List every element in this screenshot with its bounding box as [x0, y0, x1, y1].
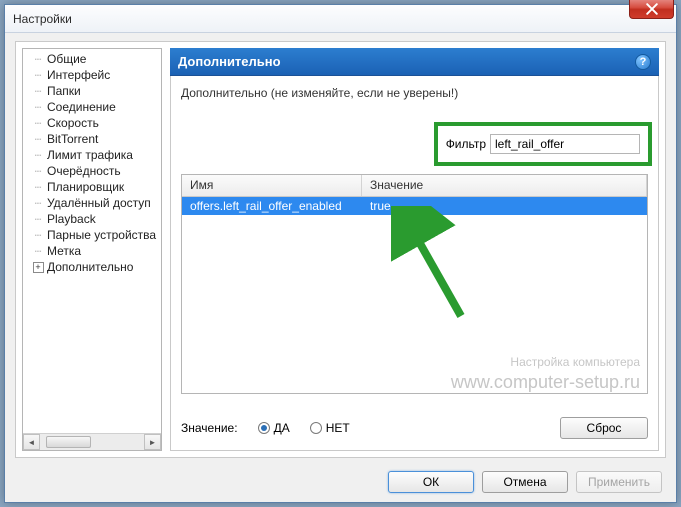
tree-item-paired-devices[interactable]: ┈Парные устройства: [29, 227, 161, 243]
panel-content: Дополнительно (не изменяйте, если не уве…: [170, 76, 659, 451]
watermark-line2: www.computer-setup.ru: [451, 371, 640, 394]
tree-branch-icon: ┈: [29, 117, 47, 130]
tree-item-bittorrent[interactable]: ┈BitTorrent: [29, 131, 161, 147]
category-tree[interactable]: ┈Общие ┈Интерфейс ┈Папки ┈Соединение ┈Ск…: [22, 48, 162, 451]
tree-branch-icon: ┈: [29, 165, 47, 178]
dialog-footer: ОК Отмена Применить: [5, 462, 676, 502]
settings-window: Настройки ┈Общие ┈Интерфейс ┈Папки ┈Соед…: [4, 4, 677, 503]
tree-item-scheduler[interactable]: ┈Планировщик: [29, 179, 161, 195]
horizontal-scrollbar[interactable]: ◄ ►: [23, 433, 161, 450]
advanced-panel: Дополнительно ? Дополнительно (не изменя…: [170, 48, 659, 451]
panel-title: Дополнительно: [178, 54, 281, 69]
reset-button[interactable]: Сброс: [560, 417, 648, 439]
panel-header: Дополнительно ?: [170, 48, 659, 76]
tree-item-playback[interactable]: ┈Playback: [29, 211, 161, 227]
close-icon: [646, 3, 658, 15]
grid-cell-value: true: [362, 197, 647, 215]
value-row: Значение: ДА НЕТ Сброс: [181, 414, 648, 442]
watermark-line1: Настройка компьютера: [451, 355, 640, 371]
tree-branch-icon: ┈: [29, 101, 47, 114]
tree-branch-icon: ┈: [29, 213, 47, 226]
scroll-right-button[interactable]: ►: [144, 434, 161, 450]
tree-item-folders[interactable]: ┈Папки: [29, 83, 161, 99]
apply-button[interactable]: Применить: [576, 471, 662, 493]
radio-icon: [310, 422, 322, 434]
tree-item-speed[interactable]: ┈Скорость: [29, 115, 161, 131]
filter-box: Фильтр: [434, 122, 652, 166]
radio-no[interactable]: НЕТ: [310, 421, 350, 435]
tree-branch-icon: ┈: [29, 245, 47, 258]
scroll-left-button[interactable]: ◄: [23, 434, 40, 450]
radio-icon: [258, 422, 270, 434]
window-title: Настройки: [13, 12, 72, 26]
tree-item-traffic-limit[interactable]: ┈Лимит трафика: [29, 147, 161, 163]
filter-input[interactable]: [490, 134, 640, 154]
radio-yes[interactable]: ДА: [258, 421, 290, 435]
tree-item-connection[interactable]: ┈Соединение: [29, 99, 161, 115]
cancel-button[interactable]: Отмена: [482, 471, 568, 493]
tree-item-queue[interactable]: ┈Очерёдность: [29, 163, 161, 179]
grid-row[interactable]: offers.left_rail_offer_enabled true: [182, 197, 647, 215]
tree-branch-icon: ┈: [29, 149, 47, 162]
filter-label: Фильтр: [446, 137, 486, 151]
tree-branch-icon: ┈: [29, 53, 47, 66]
tree-branch-icon: ┈: [29, 197, 47, 210]
watermark: Настройка компьютера www.computer-setup.…: [451, 355, 640, 394]
help-icon[interactable]: ?: [635, 54, 651, 70]
tree-branch-icon: ┈: [29, 181, 47, 194]
ok-button[interactable]: ОК: [388, 471, 474, 493]
tree-branch-icon: ┈: [29, 69, 47, 82]
grid-header-name[interactable]: Имя: [182, 175, 362, 196]
grid-header-value[interactable]: Значение: [362, 175, 647, 196]
value-label: Значение:: [181, 421, 238, 435]
tree-item-label[interactable]: ┈Метка: [29, 243, 161, 259]
dialog-body: ┈Общие ┈Интерфейс ┈Папки ┈Соединение ┈Ск…: [15, 41, 666, 458]
tree-item-general[interactable]: ┈Общие: [29, 51, 161, 67]
tree-items: ┈Общие ┈Интерфейс ┈Папки ┈Соединение ┈Ск…: [23, 49, 161, 277]
panel-warning: Дополнительно (не изменяйте, если не уве…: [181, 86, 648, 100]
scroll-track[interactable]: [40, 434, 144, 450]
tree-branch-icon: ┈: [29, 133, 47, 146]
grid-cell-name: offers.left_rail_offer_enabled: [182, 197, 362, 215]
tree-item-advanced[interactable]: +Дополнительно: [29, 259, 161, 275]
titlebar[interactable]: Настройки: [5, 5, 676, 33]
close-button[interactable]: [629, 0, 674, 19]
tree-expand-icon[interactable]: +: [29, 261, 47, 273]
tree-item-remote-access[interactable]: ┈Удалённый доступ: [29, 195, 161, 211]
scroll-thumb[interactable]: [46, 436, 91, 448]
tree-branch-icon: ┈: [29, 85, 47, 98]
tree-branch-icon: ┈: [29, 229, 47, 242]
tree-item-interface[interactable]: ┈Интерфейс: [29, 67, 161, 83]
grid-header: Имя Значение: [182, 175, 647, 197]
